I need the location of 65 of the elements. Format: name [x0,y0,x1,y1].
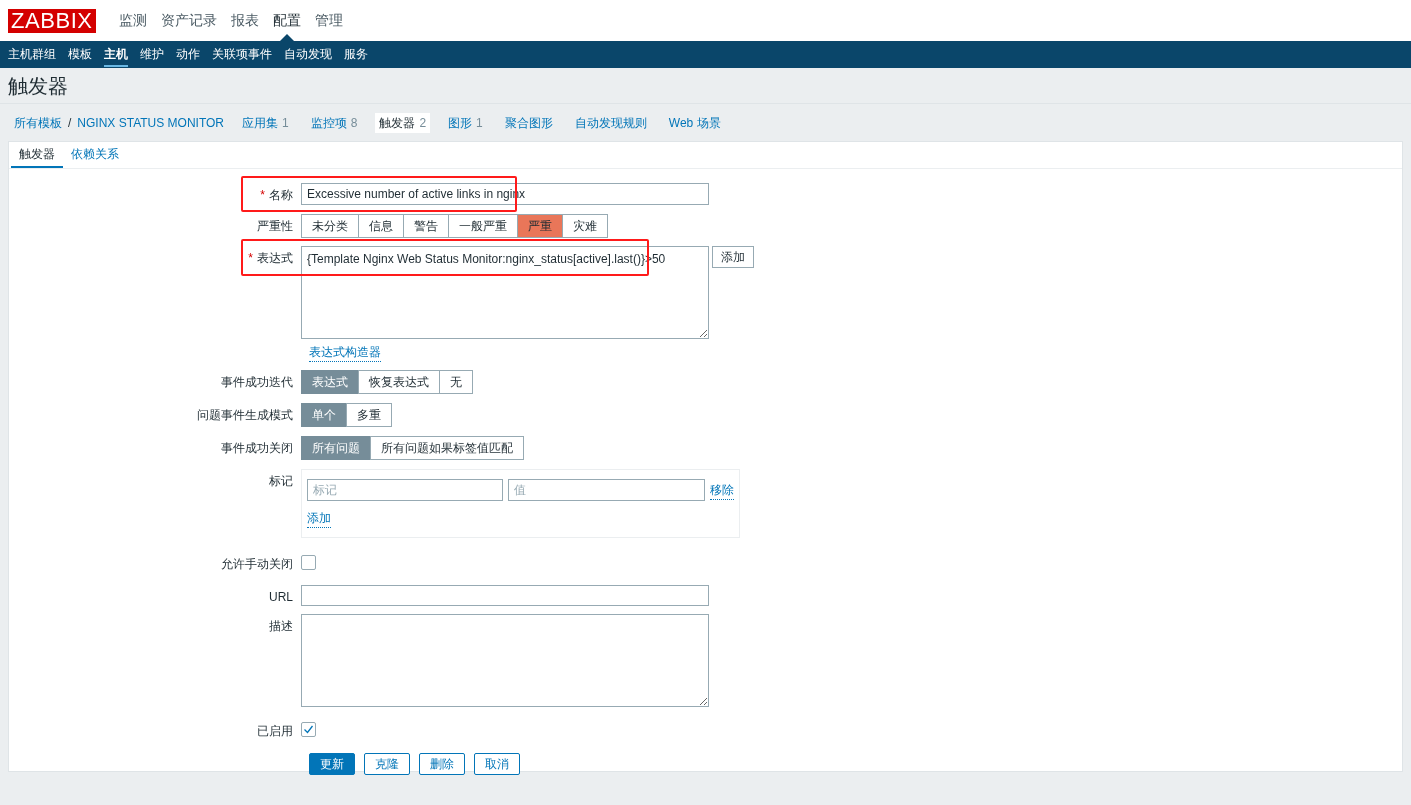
segment-option[interactable]: 恢复表达式 [358,370,440,394]
entity-tab[interactable]: 图形 1 [444,112,487,133]
page-title: 触发器 [8,73,68,99]
add-button[interactable]: 添加 [712,246,754,268]
main-menu-item[interactable]: 资产记录 [153,10,224,31]
segment-option[interactable]: 灾难 [562,214,608,238]
breadcrumb-link[interactable]: NGINX STATUS MONITOR [77,113,224,132]
segment-option[interactable]: 警告 [403,214,449,238]
breadcrumb-link[interactable]: 所有模板 [14,113,62,132]
breadcrumb-separator: / [68,114,72,132]
field-label: 事件成功关闭 [221,441,293,455]
segment-option[interactable]: 所有问题如果标签值匹配 [370,436,524,460]
url-field[interactable] [301,585,709,606]
field-label: 问题事件生成模式 [197,408,293,422]
sub-menu-item[interactable]: 维护 [140,42,164,67]
form-button[interactable]: 取消 [474,753,520,775]
required-mark: * [248,251,253,265]
entity-tab[interactable]: 聚合图形 [500,112,557,133]
field-label: 描述 [269,619,293,633]
sub-menu-item[interactable]: 动作 [176,42,200,67]
entity-tab[interactable]: Web 场景 [664,112,725,133]
sub-menu-item[interactable]: 主机 [104,42,128,67]
entity-tab[interactable]: 监控项 8 [306,112,362,133]
segment-option[interactable]: 无 [439,370,473,394]
form-tab[interactable]: 触发器 [11,142,63,168]
sub-menu-item[interactable]: 模板 [68,42,92,67]
segment-option[interactable]: 一般严重 [448,214,518,238]
sub-menu-item[interactable]: 关联项事件 [212,42,272,67]
main-menu-item[interactable]: 配置 [265,10,308,31]
checkmark-icon [303,724,314,735]
field-label: URL [269,590,293,604]
field-label: 标记 [269,474,293,488]
form-button[interactable]: 更新 [309,753,355,775]
segment-option[interactable]: 严重 [517,214,563,238]
field-label: 严重性 [257,219,293,233]
entity-tab[interactable]: 触发器 2 [375,112,431,133]
field-label: 已启用 [257,724,293,738]
entity-tab[interactable]: 自动发现规则 [570,112,651,133]
field-label: 允许手动关闭 [221,557,293,571]
form-button[interactable]: 克隆 [364,753,410,775]
sub-menu-item[interactable]: 服务 [344,42,368,67]
tag-name-field[interactable]: 标记 [307,479,503,501]
segment-option[interactable]: 信息 [358,214,404,238]
segment-option[interactable]: 多重 [346,403,392,427]
main-menu-item[interactable]: 管理 [307,10,350,31]
checkbox[interactable] [301,555,316,570]
segment-option[interactable]: 未分类 [301,214,359,238]
expression-builder-link[interactable]: 表达式构造器 [309,343,381,362]
add-tag-link[interactable]: 添加 [307,509,331,528]
form-tab[interactable]: 依赖关系 [63,142,127,168]
zabbix-logo[interactable]: ZABBIX [8,8,96,33]
sub-menu-item[interactable]: 自动发现 [284,42,332,67]
field-label: 事件成功迭代 [221,375,293,389]
remove-link[interactable]: 移除 [710,480,734,500]
sub-menu-item[interactable]: 主机群组 [8,42,56,67]
entity-tab[interactable]: 应用集 1 [238,112,293,133]
description-field[interactable] [301,614,709,707]
tag-value-field[interactable]: 值 [508,479,705,501]
required-mark: * [260,188,265,202]
field-label: 表达式 [257,251,293,265]
form-button[interactable]: 删除 [419,753,465,775]
checkbox[interactable] [301,722,316,737]
main-menu-item[interactable]: 报表 [223,10,266,31]
main-menu-item[interactable]: 监测 [111,10,154,31]
field-label: 名称 [269,188,293,202]
